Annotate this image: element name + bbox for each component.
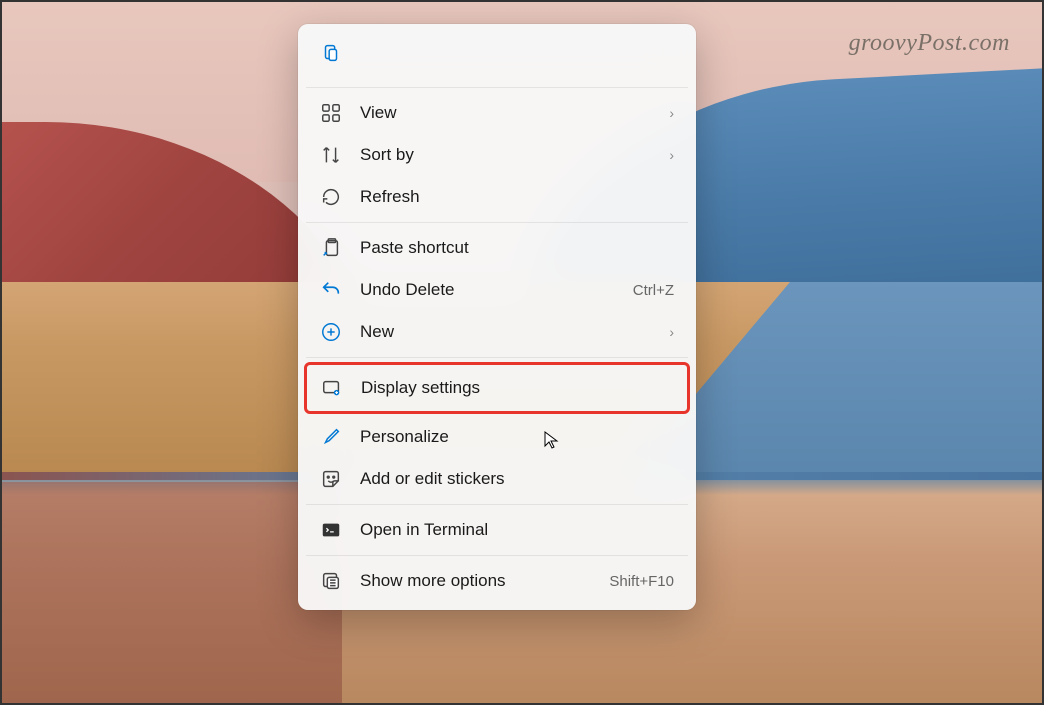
menu-item-label: Sort by bbox=[360, 145, 651, 165]
menu-item-label: Personalize bbox=[360, 427, 674, 447]
menu-item-shortcut: Shift+F10 bbox=[609, 573, 674, 590]
refresh-icon bbox=[320, 186, 342, 208]
menu-item-label: Add or edit stickers bbox=[360, 469, 674, 489]
divider bbox=[306, 222, 688, 223]
paste-shortcut-icon bbox=[320, 237, 342, 259]
menu-item-paste-shortcut[interactable]: Paste shortcut bbox=[306, 227, 688, 269]
menu-item-label: Open in Terminal bbox=[360, 520, 674, 540]
clipboard-icon bbox=[320, 51, 342, 68]
menu-item-personalize[interactable]: Personalize bbox=[306, 416, 688, 458]
chevron-right-icon: › bbox=[669, 105, 674, 121]
menu-item-add-stickers[interactable]: Add or edit stickers bbox=[306, 458, 688, 500]
chevron-right-icon: › bbox=[669, 147, 674, 163]
menu-item-display-settings[interactable]: Display settings bbox=[304, 362, 690, 414]
menu-item-label: Undo Delete bbox=[360, 280, 615, 300]
menu-item-open-terminal[interactable]: Open in Terminal bbox=[306, 509, 688, 551]
paintbrush-icon bbox=[320, 426, 342, 448]
menu-item-label: Refresh bbox=[360, 187, 674, 207]
undo-icon bbox=[320, 279, 342, 301]
menu-item-refresh[interactable]: Refresh bbox=[306, 176, 688, 218]
menu-item-show-more[interactable]: Show more options Shift+F10 bbox=[306, 560, 688, 602]
divider bbox=[306, 87, 688, 88]
watermark: groovyPost.com bbox=[849, 30, 1010, 57]
chevron-right-icon: › bbox=[669, 324, 674, 340]
mouse-cursor bbox=[542, 430, 562, 450]
plus-circle-icon bbox=[320, 321, 342, 343]
menu-item-undo-delete[interactable]: Undo Delete Ctrl+Z bbox=[306, 269, 688, 311]
display-icon bbox=[321, 377, 343, 399]
menu-item-label: Show more options bbox=[360, 571, 591, 591]
menu-item-shortcut: Ctrl+Z bbox=[633, 282, 674, 299]
terminal-icon bbox=[320, 519, 342, 541]
more-options-icon bbox=[320, 570, 342, 592]
menu-item-label: Paste shortcut bbox=[360, 238, 674, 258]
menu-item-label: New bbox=[360, 322, 651, 342]
menu-header-clipboard[interactable] bbox=[306, 32, 688, 83]
desktop-context-menu: View › Sort by › Refresh bbox=[298, 24, 696, 610]
divider bbox=[306, 357, 688, 358]
sort-icon bbox=[320, 144, 342, 166]
menu-item-label: View bbox=[360, 103, 651, 123]
divider bbox=[306, 555, 688, 556]
sticker-icon bbox=[320, 468, 342, 490]
divider bbox=[306, 504, 688, 505]
menu-item-new[interactable]: New › bbox=[306, 311, 688, 353]
menu-item-label: Display settings bbox=[361, 378, 673, 398]
grid-icon bbox=[320, 102, 342, 124]
menu-item-view[interactable]: View › bbox=[306, 92, 688, 134]
menu-item-sort-by[interactable]: Sort by › bbox=[306, 134, 688, 176]
